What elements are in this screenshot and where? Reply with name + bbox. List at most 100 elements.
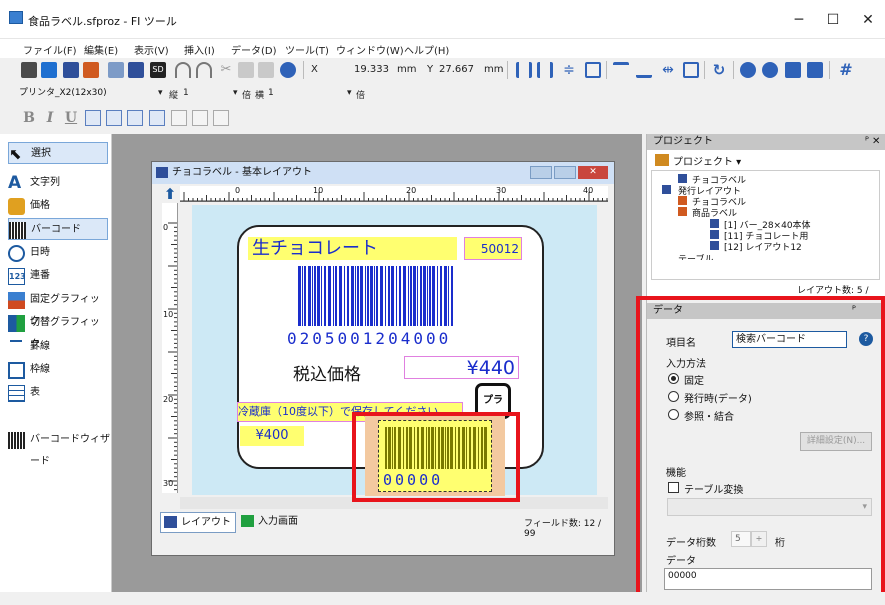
project-pin-close[interactable]: ᴾ ✕ [865, 134, 880, 150]
tool-table[interactable]: 表 [8, 382, 108, 404]
issue-icon[interactable] [83, 62, 99, 78]
rotate-icon[interactable]: ↻ [711, 62, 727, 78]
actual-size-icon[interactable] [807, 62, 823, 78]
underline-button[interactable]: U [63, 110, 79, 126]
menu-help[interactable]: ヘルプ(H) [404, 42, 449, 57]
align-center-icon[interactable]: ≑ [561, 62, 577, 78]
project-root[interactable]: プロジェクト ▾ [655, 153, 741, 168]
same-width-icon[interactable] [585, 62, 601, 78]
text-top-icon[interactable] [171, 110, 187, 126]
3d-icon[interactable]: SD [150, 62, 166, 78]
new-icon[interactable] [21, 62, 37, 78]
align-left-icon[interactable] [516, 62, 532, 78]
tree-item[interactable]: [12] レイアウト12 [724, 240, 802, 253]
horizontal-value[interactable]: 1 [268, 88, 274, 98]
fit-page-icon[interactable] [785, 62, 801, 78]
tab-layout[interactable]: レイアウト [160, 512, 236, 533]
text-align-left-icon[interactable] [85, 110, 101, 126]
graphic-icon[interactable] [128, 62, 144, 78]
tool-barcode[interactable]: バーコード [8, 218, 108, 240]
text-align-center-icon[interactable] [106, 110, 122, 126]
save-icon[interactable] [41, 62, 57, 78]
product-code-field[interactable]: 50012 [464, 237, 522, 260]
tool-line[interactable]: 罫線 [8, 336, 108, 358]
vertical-label: 縦 [169, 91, 179, 101]
select-arrow-icon: ⬉ [9, 145, 22, 163]
doc-maximize-button[interactable] [554, 166, 576, 179]
align-right-icon[interactable] [537, 62, 553, 78]
text-bottom-icon[interactable] [213, 110, 229, 126]
align-middle-icon[interactable]: ⇹ [660, 62, 676, 78]
maximize-button[interactable]: ☐ [816, 6, 850, 34]
window-title: 食品ラベル.sfproz - FI ツール [28, 15, 177, 28]
product-name-field[interactable]: 生チョコレート [248, 237, 457, 260]
tool-frame[interactable]: 枠線 [8, 359, 108, 381]
tool-text[interactable]: A 文字列 [8, 172, 108, 194]
tab-input-screen[interactable]: 入力画面 [238, 512, 314, 533]
vertical-dropdown-arrow[interactable]: ▾ [158, 88, 163, 98]
horizontal-unit-arrow[interactable]: ▾ [347, 88, 352, 98]
layout-item-icon [710, 219, 719, 228]
undo-icon[interactable] [175, 62, 191, 78]
grid-icon[interactable]: # [838, 62, 854, 78]
layout-item-icon [710, 230, 719, 239]
menu-tools[interactable]: ツール(T) [285, 42, 329, 57]
zoom-in-icon[interactable] [740, 62, 756, 78]
text-middle-icon[interactable] [192, 110, 208, 126]
product-barcode[interactable] [296, 266, 456, 326]
ruler-left-20: 20 [163, 395, 174, 404]
barcode-bar [403, 266, 406, 326]
italic-button[interactable]: I [42, 110, 58, 126]
ruler-origin-arrow-icon[interactable]: ⬆ [162, 186, 178, 202]
document-icon [156, 167, 168, 178]
tool-barcode-wizard[interactable]: バーコードウィザード [8, 429, 112, 467]
barcode-bar [408, 266, 409, 326]
tool-datetime[interactable]: 日時 [8, 242, 108, 264]
menu-file[interactable]: ファイル(F) [23, 42, 77, 57]
help-bubble-icon[interactable] [280, 62, 296, 78]
tool-switch-graphic[interactable]: 切替グラフィック [8, 312, 108, 350]
barcode-bar [396, 266, 397, 326]
tree-item[interactable]: テーブル [678, 252, 713, 260]
tool-serial[interactable]: 123 連番 [8, 265, 108, 287]
menu-edit[interactable]: 編集(E) [84, 42, 118, 57]
zoom-out-icon[interactable] [762, 62, 778, 78]
tool-fixed-graphic[interactable]: 固定グラフィック [8, 289, 108, 327]
menu-view[interactable]: 表示(V) [134, 42, 169, 57]
vertical-value[interactable]: 1 [183, 88, 189, 98]
paste-icon[interactable] [258, 62, 274, 78]
bold-button[interactable]: B [21, 110, 37, 126]
vertical-unit-arrow[interactable]: ▾ [233, 88, 238, 98]
x-value[interactable]: 19.333 [354, 64, 389, 75]
printer-window-icon[interactable] [63, 62, 79, 78]
project-tree[interactable]: チョコラベル 発行レイアウト チョコラベル 商品ラベル [1] バー_28×40… [651, 170, 880, 280]
close-button[interactable]: ✕ [851, 6, 885, 34]
preview-icon[interactable] [108, 62, 124, 78]
ruler-left-0: 0 [163, 223, 169, 232]
tool-select[interactable]: ⬉ 選択 [8, 142, 108, 164]
text-justify-icon[interactable] [149, 110, 165, 126]
printer-select[interactable]: プリンタ_X2(12x30) [16, 86, 156, 102]
redo-icon[interactable] [196, 62, 212, 78]
horizontal-label: 横 [255, 91, 265, 101]
text-align-right-icon[interactable] [127, 110, 143, 126]
doc-close-button[interactable]: ✕ [578, 166, 608, 179]
menu-insert[interactable]: 挿入(I) [184, 42, 215, 57]
menu-data[interactable]: データ(D) [231, 42, 277, 57]
price-caption-field[interactable]: 税込価格 [293, 360, 361, 385]
minimize-button[interactable]: ─ [782, 6, 816, 34]
cut-icon[interactable]: ✂ [218, 62, 234, 78]
copy-icon[interactable] [238, 62, 254, 78]
align-bottom-icon[interactable] [636, 62, 652, 78]
same-height-icon[interactable] [683, 62, 699, 78]
doc-minimize-button[interactable] [530, 166, 552, 179]
base-price-field[interactable]: ¥400 [240, 426, 304, 446]
align-top-icon[interactable] [613, 62, 629, 78]
menu-window[interactable]: ウィンドウ(W) [336, 42, 404, 57]
price-value-field[interactable]: ¥440 [404, 356, 519, 379]
y-value[interactable]: 27.667 [439, 64, 474, 75]
field-count: フィールド数: 12 / 99 [524, 519, 602, 539]
tool-price[interactable]: 価格 [8, 195, 108, 217]
barcode-number-field[interactable]: 0205001204000 [287, 329, 465, 349]
barcode-icon [9, 222, 26, 239]
